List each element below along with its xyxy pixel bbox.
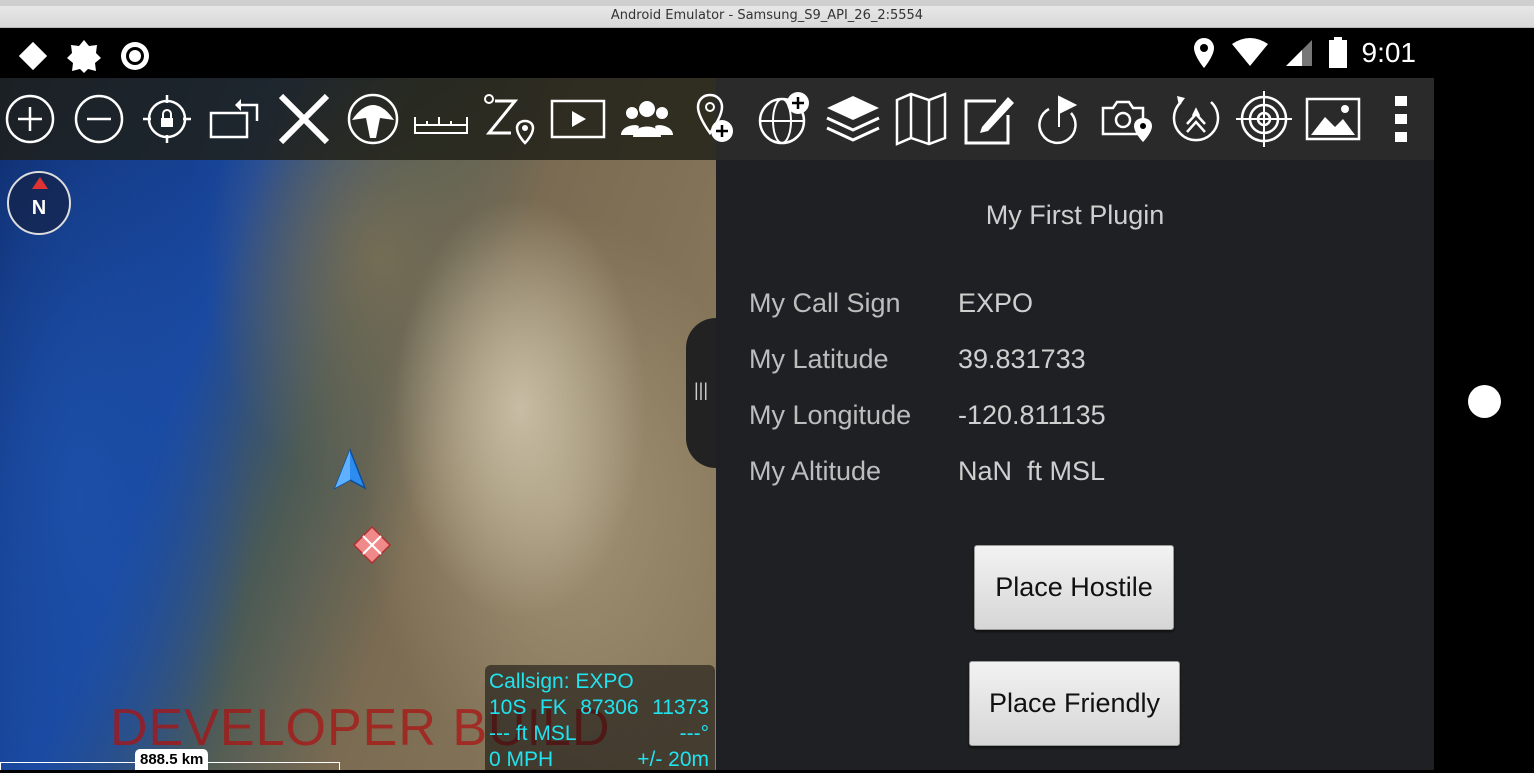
self-location-marker[interactable]: [333, 447, 367, 495]
compass-north-label: N: [31, 197, 47, 219]
route-flag-icon: [1038, 95, 1078, 145]
hostile-marker[interactable]: [352, 525, 392, 570]
accuracy-readout: +/- 20m: [637, 748, 709, 771]
self-info-overlay[interactable]: Callsign: EXPO 10S FK 87306 11373 --- ft…: [485, 665, 715, 771]
close-x-icon: [278, 93, 330, 145]
globe-add-icon: [758, 92, 809, 145]
place-friendly-button[interactable]: Place Friendly: [969, 661, 1180, 746]
north-arrow-icon: [32, 177, 48, 189]
altitude-label: My Altitude: [749, 456, 882, 486]
layers-icon: [826, 96, 880, 142]
location-arrow-icon: [333, 447, 367, 490]
diamond-notification-icon: [18, 41, 48, 71]
drawing-tool-button[interactable]: [962, 91, 1018, 147]
video-play-icon: [550, 99, 606, 139]
panel-resize-handle[interactable]: |||: [686, 318, 716, 468]
camera-button[interactable]: [1099, 91, 1155, 147]
folded-map-icon: [895, 92, 947, 146]
route-button[interactable]: [1031, 91, 1087, 147]
goto-button[interactable]: [481, 91, 537, 147]
plugin-title: My First Plugin: [985, 200, 1165, 230]
longitude-label: My Longitude: [749, 400, 912, 430]
image-gallery-button[interactable]: [1305, 91, 1361, 147]
zoom-out-icon: [74, 94, 124, 144]
wifi-icon: [1231, 38, 1268, 66]
nav-tool-button[interactable]: [345, 91, 401, 147]
zoom-in-button[interactable]: [2, 91, 58, 147]
zoom-to-point-icon: [484, 94, 535, 145]
navigation-icon: [347, 93, 399, 145]
altitude-value: NaN ft MSL: [958, 456, 1106, 486]
clock: 9:01: [1361, 37, 1417, 68]
emulator-side-strip: [1434, 28, 1534, 770]
zoom-out-button[interactable]: [71, 91, 127, 147]
emulator-title-bar: Android Emulator - Samsung_S9_API_26_2:5…: [0, 0, 1534, 28]
browser-tab-strip: [0, 0, 1534, 6]
contacts-button[interactable]: [619, 91, 675, 147]
rotate-map-button[interactable]: [207, 91, 263, 147]
record-notification-icon: [121, 42, 149, 70]
battery-icon: [1328, 37, 1347, 68]
scale-label: 888.5 km: [135, 749, 209, 770]
video-button[interactable]: [550, 91, 606, 147]
overflow-menu-button[interactable]: [1373, 91, 1429, 147]
overlay-manager-button[interactable]: [825, 91, 881, 147]
easting-readout: 87306: [580, 696, 639, 719]
close-tool-button[interactable]: [276, 91, 332, 147]
add-marker-icon: [696, 93, 733, 142]
home-dot-icon[interactable]: [1468, 385, 1501, 418]
target-reticle-icon: [1236, 91, 1292, 147]
location-icon: [1193, 38, 1214, 68]
callsign-value: EXPO: [958, 288, 1034, 318]
longitude-value: -120.811135: [958, 400, 1106, 430]
speed-readout: 0 MPH: [489, 748, 554, 771]
elevation-arrows-icon: [1172, 96, 1220, 142]
compass-button[interactable]: N: [7, 171, 71, 235]
callsign-label: My Call Sign: [749, 288, 901, 318]
window-title: Android Emulator - Samsung_S9_API_26_2:5…: [610, 8, 924, 23]
grid-square-readout: FK: [539, 696, 567, 719]
hostile-diamond-icon: [352, 525, 392, 565]
map-toolbar: [0, 78, 1434, 160]
ruler-icon: [414, 117, 468, 134]
contacts-group-icon: [621, 101, 673, 137]
grid-zone-readout: 10S: [489, 696, 527, 719]
rotate-screen-icon: [209, 99, 259, 139]
heading-readout: ---°: [679, 722, 709, 745]
edit-pencil-icon: [964, 97, 1014, 145]
elevation-button[interactable]: [1168, 91, 1224, 147]
latitude-label: My Latitude: [749, 344, 889, 374]
cell-signal-icon: [1285, 40, 1312, 66]
lock-location-button[interactable]: [139, 91, 195, 147]
add-map-button[interactable]: [756, 91, 812, 147]
grip-icon: |||: [694, 380, 709, 400]
image-icon: [1305, 97, 1361, 141]
camera-location-icon: [1101, 100, 1152, 142]
zoom-in-icon: [5, 94, 55, 144]
range-bearing-button[interactable]: [413, 91, 469, 147]
northing-readout: 11373: [652, 696, 709, 719]
target-button[interactable]: [1236, 91, 1292, 147]
crosshair-lock-icon: [143, 95, 191, 143]
altitude-readout: --- ft MSL: [489, 722, 577, 745]
latitude-value: 39.831733: [958, 344, 1086, 374]
callsign-readout: Callsign: EXPO: [489, 670, 634, 693]
more-vertical-icon: [1395, 96, 1407, 142]
plugin-panel: My First Plugin My Call Sign EXPO My Lat…: [716, 160, 1434, 770]
map-manager-button[interactable]: [893, 91, 949, 147]
badge-notification-icon: [67, 40, 101, 73]
android-status-bar: 9:01: [0, 28, 1434, 78]
place-hostile-button[interactable]: Place Hostile: [974, 545, 1174, 630]
add-point-button[interactable]: [688, 91, 744, 147]
